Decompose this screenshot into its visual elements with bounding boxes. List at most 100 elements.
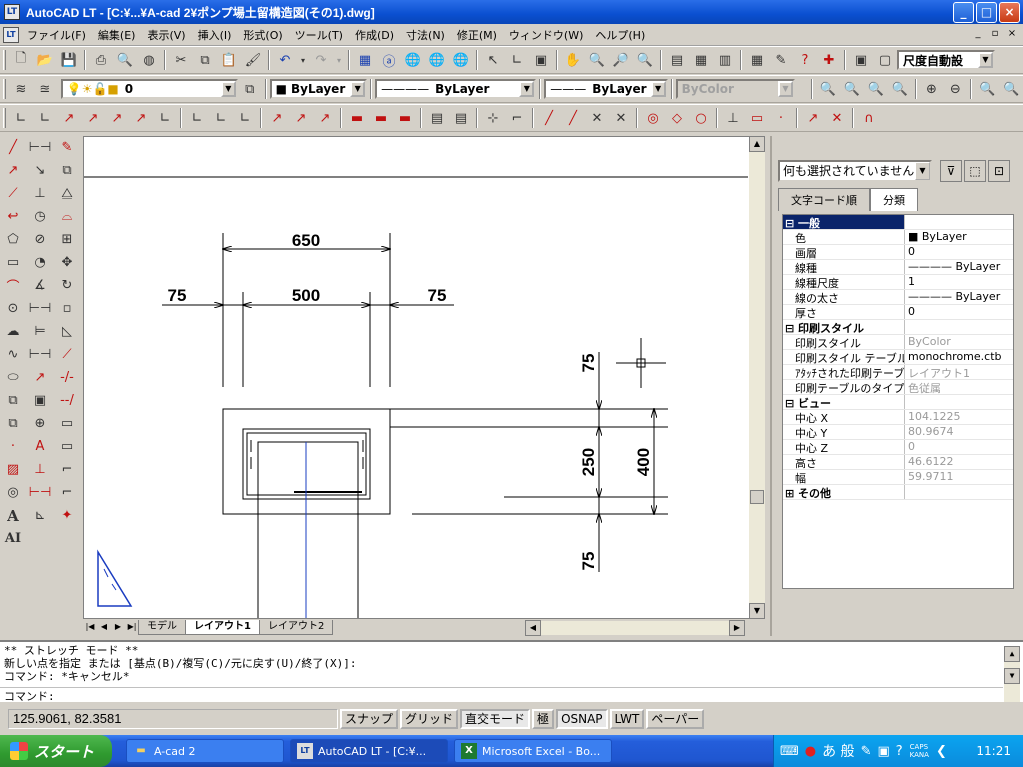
dim-update-icon[interactable]: ▬ — [394, 107, 416, 129]
selection-select[interactable]: 何も選択されていません ▼ — [778, 160, 932, 182]
zoom-extents-icon[interactable]: 🔍 — [1000, 78, 1022, 100]
scroll-up-icon[interactable]: ▲ — [1004, 646, 1020, 662]
tolerance-icon[interactable]: ▣ — [29, 389, 51, 412]
dim-base-icon[interactable]: ⊨ — [29, 320, 51, 343]
zoom-previous-icon[interactable]: 🔍 — [634, 49, 656, 71]
fillet-icon[interactable]: ⌐ — [56, 481, 78, 504]
dim-radius-icon[interactable]: ↗ — [106, 107, 128, 129]
tab-categorized[interactable]: 分類 — [870, 188, 918, 211]
menu-view[interactable]: 表示(V) — [141, 27, 191, 43]
property-value[interactable] — [905, 215, 1013, 229]
menu-modify[interactable]: 修正(M) — [451, 27, 503, 43]
osnap-insert-icon[interactable]: ▭ — [746, 107, 768, 129]
dim-style-select[interactable]: 尺度自動設 ▼ — [897, 50, 995, 70]
ime-mode[interactable]: あ 般 — [822, 741, 854, 761]
osnap-center-icon[interactable]: ◎ — [642, 107, 664, 129]
property-row[interactable]: 線の太さ ———— ByLayer — [783, 290, 1013, 305]
property-value[interactable]: 1 — [905, 275, 1013, 289]
polyline-icon[interactable]: ⟋ — [2, 182, 24, 205]
status-mode-button[interactable]: スナップ — [340, 708, 399, 729]
tab-model[interactable]: モデル — [138, 619, 186, 635]
doc-close-button[interactable]: × — [1005, 27, 1019, 41]
break-at-point-icon[interactable]: ▭ — [56, 435, 78, 458]
dim-aligned-icon[interactable]: ∟ — [34, 107, 56, 129]
osnap-from-icon[interactable]: ⌐ — [506, 107, 528, 129]
ucs-origin-icon[interactable]: ∟ — [506, 49, 528, 71]
arc-icon[interactable]: ⌒ — [2, 274, 24, 297]
osnap-midpoint-icon[interactable]: ╱ — [562, 107, 584, 129]
design-center-panel-icon[interactable]: ▦ — [690, 49, 712, 71]
scroll-left-icon[interactable]: ◀ — [525, 620, 541, 636]
chevron-down-icon[interactable]: ▼ — [220, 81, 236, 97]
select-objects-icon[interactable]: ⬚ — [964, 160, 986, 182]
menu-file[interactable]: ファイル(F) — [21, 27, 92, 43]
insert-block-icon[interactable]: ⧉ — [2, 389, 24, 412]
menu-tools[interactable]: ツール(T) — [289, 27, 349, 43]
drawing-vertical-scrollbar[interactable]: ▲ ▼ — [749, 136, 765, 619]
property-value[interactable]: ■ ByLayer — [905, 230, 1013, 244]
command-input[interactable]: コマンド: — [0, 687, 1003, 703]
open-file-icon[interactable]: 📂 — [34, 49, 56, 71]
print-preview-icon[interactable]: 🔍 — [114, 49, 136, 71]
scroll-right-icon[interactable]: ▶ — [729, 620, 745, 636]
task-folder[interactable]: ▬ A-cad 2 — [126, 739, 284, 763]
toggle-pickadd-icon[interactable]: ⊽ — [940, 160, 962, 182]
mtext-icon[interactable]: A — [2, 504, 24, 527]
dim-series-icon[interactable]: ⊢⊣ — [29, 343, 52, 366]
osnap-perpendicular-icon[interactable]: ⊥ — [722, 107, 744, 129]
ellipse-icon[interactable]: ⬭ — [2, 366, 24, 389]
task-excel[interactable]: X Microsoft Excel - Bo... — [454, 739, 612, 763]
osnap-nearest-icon[interactable]: ↗ — [802, 107, 824, 129]
dim-continue-icon[interactable]: ∟ — [210, 107, 232, 129]
layer-manager-icon[interactable]: ≋ — [10, 78, 32, 100]
property-category[interactable]: ⊟ 一般 — [783, 215, 1013, 230]
chevron-down-icon[interactable]: ▼ — [915, 162, 930, 180]
property-value[interactable] — [905, 395, 1013, 409]
ime-help-icon[interactable]: ? — [896, 744, 903, 759]
drawing-canvas[interactable]: 650 75 500 75 75 250 400 75 — [83, 136, 750, 619]
minimize-button[interactable]: _ — [953, 2, 974, 23]
pan-icon[interactable]: ✋ — [562, 49, 584, 71]
property-row[interactable]: 線種 ———— ByLayer — [783, 260, 1013, 275]
web-icon[interactable]: 🌐 — [402, 49, 424, 71]
property-row[interactable]: 中心 Z0 — [783, 440, 1013, 455]
region-icon[interactable]: ◎ — [2, 481, 24, 504]
rotate-icon[interactable]: ↻ — [56, 274, 78, 297]
coordinate-display[interactable]: 125.9061, 82.3581 — [8, 708, 338, 729]
dim-quick-icon[interactable]: ∟ — [234, 107, 256, 129]
plus-icon[interactable]: ✚ — [818, 49, 840, 71]
leader-icon[interactable]: ↗ — [29, 366, 51, 389]
extend-icon[interactable]: --/ — [56, 389, 78, 412]
ime-ball-icon[interactable]: ● — [805, 744, 816, 759]
revcloud-icon[interactable]: ☁ — [2, 320, 24, 343]
scroll-down-icon[interactable]: ▼ — [749, 603, 765, 619]
match-properties-icon[interactable]: 🖌 — [242, 49, 264, 71]
property-row[interactable]: 厚さ 0 — [783, 305, 1013, 320]
expand-toggle-icon[interactable]: ⊟ — [785, 322, 798, 334]
tool-palettes-icon[interactable]: ▥ — [714, 49, 736, 71]
chamfer-icon[interactable]: ⌐ — [56, 458, 78, 481]
zoom-all-icon[interactable]: 🔍 — [976, 78, 998, 100]
task-autocad[interactable]: LT AutoCAD LT - [C:¥... — [290, 739, 448, 763]
doc-minimize-button[interactable]: _ — [971, 27, 985, 41]
mirror-icon[interactable]: ⧋ — [56, 182, 78, 205]
quick-select-icon[interactable]: ⊡ — [988, 160, 1010, 182]
layer-select[interactable]: 💡☀🔓■ 0 ▼ — [60, 79, 238, 99]
dim-diagonal-icon[interactable]: ↘ — [29, 159, 51, 182]
explode-icon[interactable]: ✦ — [56, 504, 78, 527]
polygon-icon[interactable]: ⬠ — [2, 228, 24, 251]
expand-toggle-icon[interactable]: ⊞ — [785, 487, 798, 499]
copy-icon[interactable]: ⧉ — [194, 49, 216, 71]
dim-override-icon[interactable]: ⊾ — [29, 504, 51, 527]
status-mode-button[interactable]: ペーパー — [646, 708, 705, 729]
dim-angle-icon[interactable]: ∡ — [29, 274, 51, 297]
redo-dropdown-icon[interactable]: ▾ — [334, 49, 344, 71]
dim-edit-icon[interactable]: ▬ — [346, 107, 368, 129]
ime-tool-icon[interactable]: ✎ — [861, 744, 872, 759]
lengthen-icon[interactable]: ⟋ — [56, 343, 78, 366]
today-icon[interactable]: ⓐ — [378, 49, 400, 71]
point-icon[interactable]: · — [2, 435, 24, 458]
dim-leader-icon[interactable]: ↗ — [266, 107, 288, 129]
property-value[interactable] — [905, 320, 1013, 334]
doc-restore-button[interactable]: ▫ — [988, 27, 1002, 41]
